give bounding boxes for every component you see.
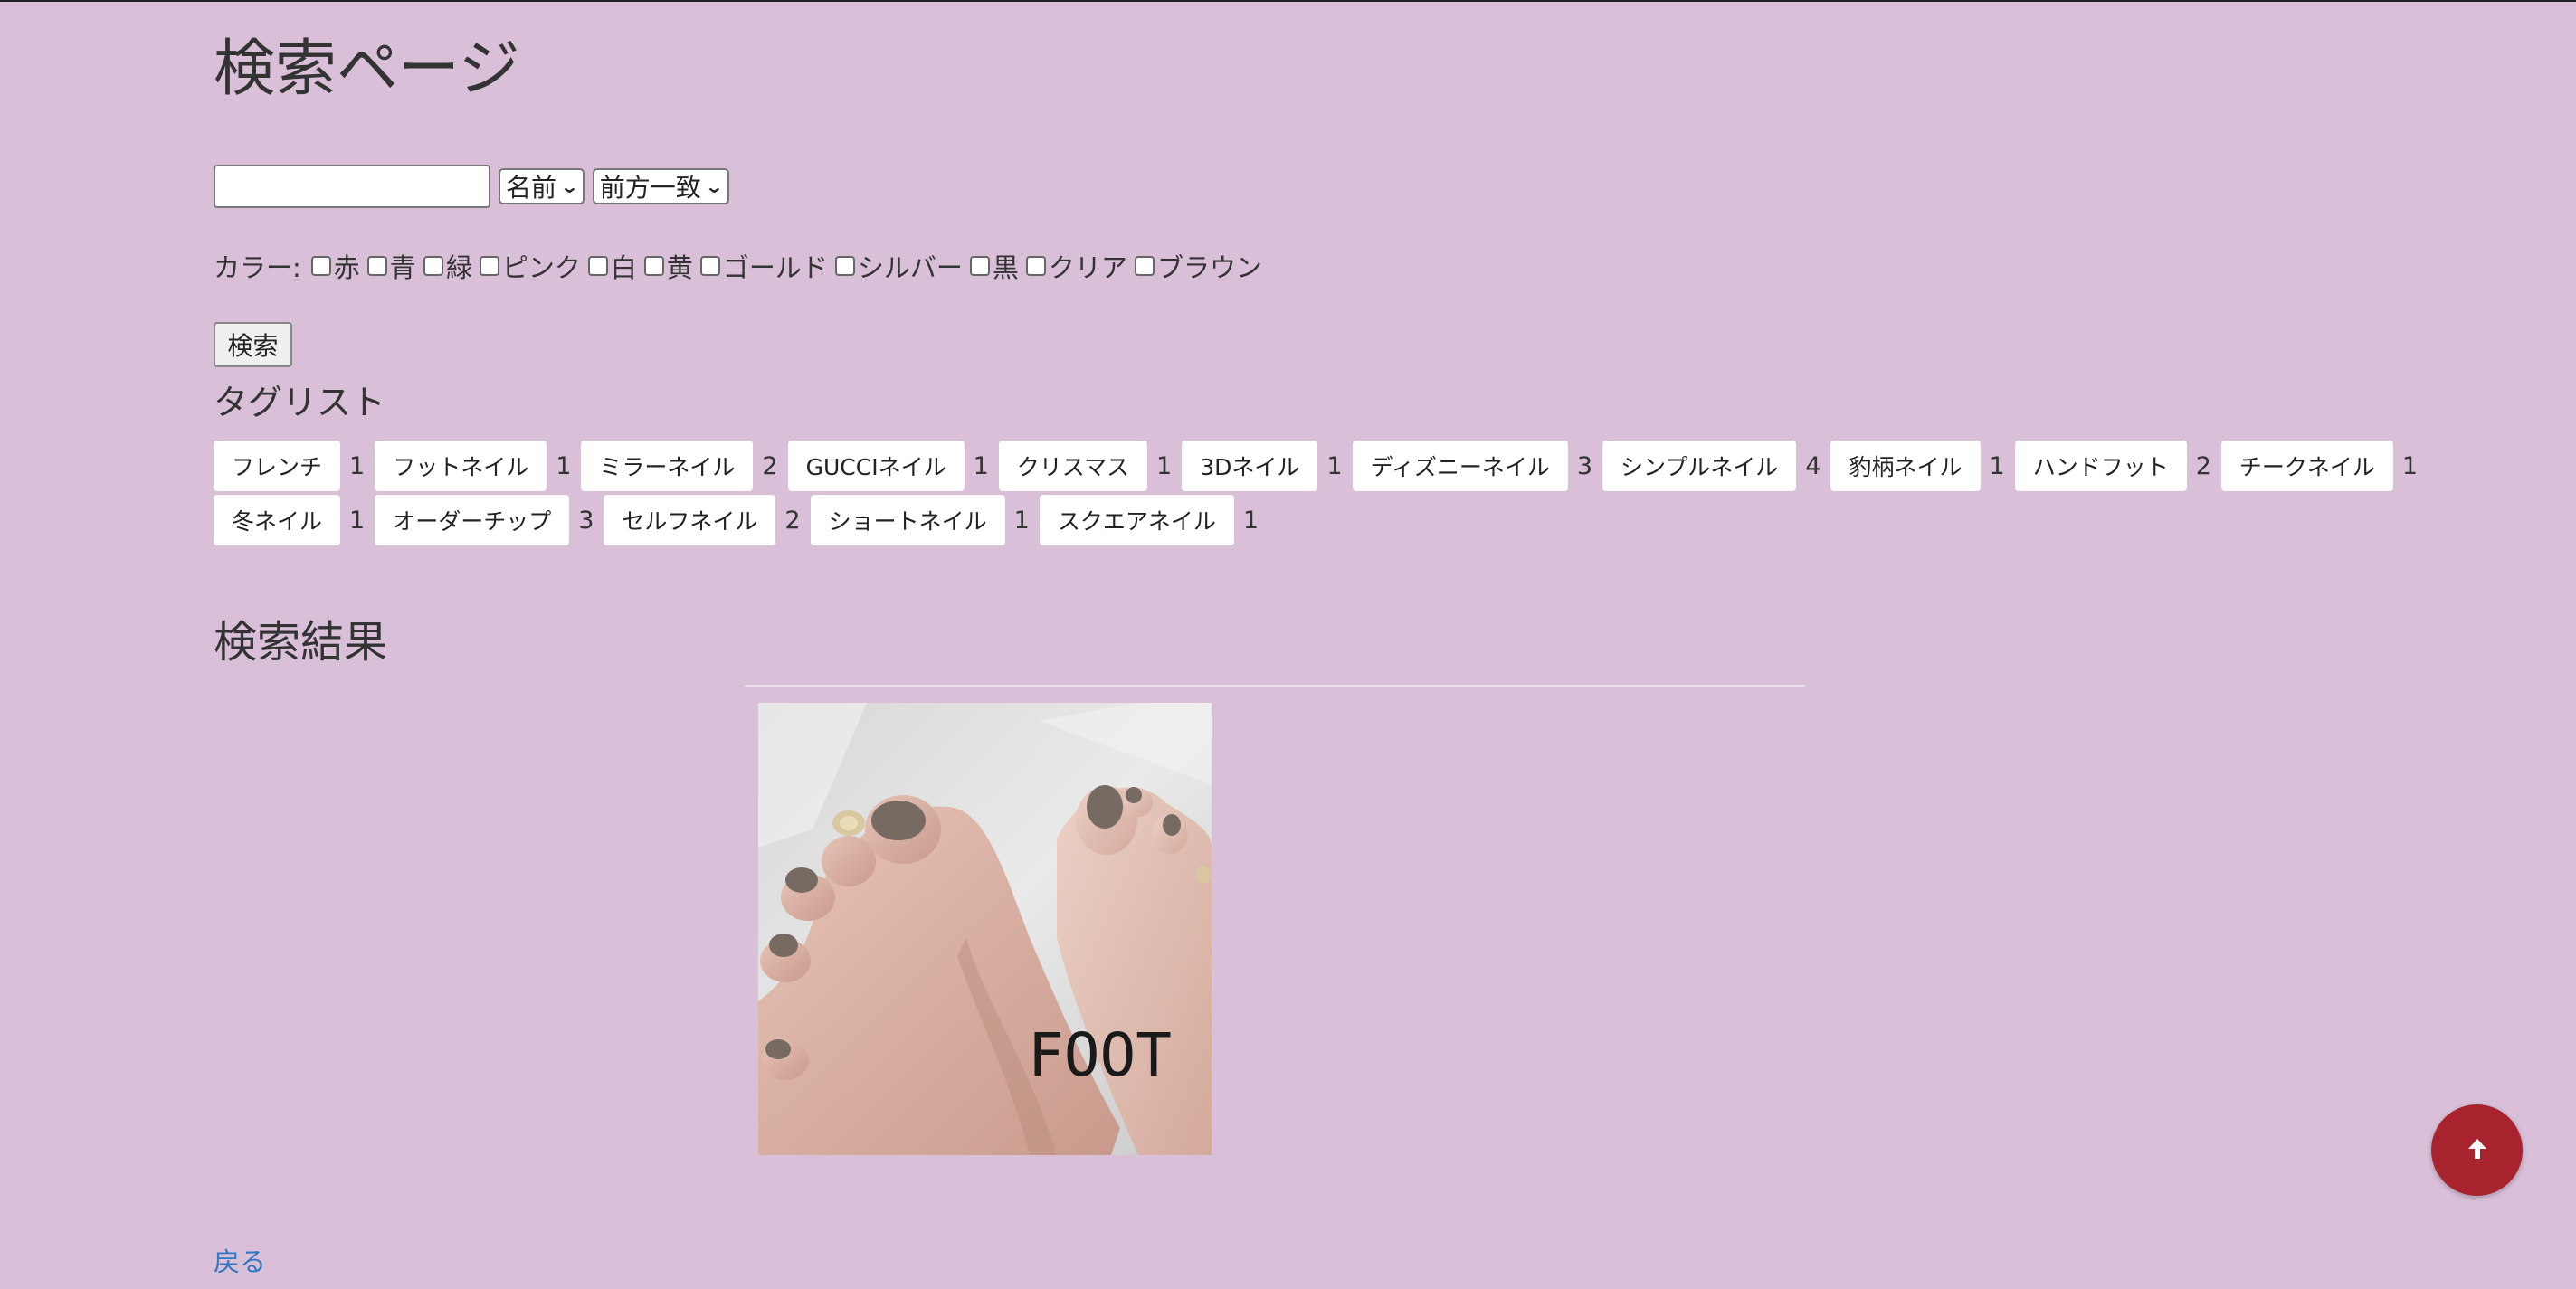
tag-count: 1 — [2401, 451, 2419, 480]
tag-count: 1 — [349, 506, 366, 535]
tag-list: フレンチ 1 フットネイル 1 ミラーネイル 2 GUCCIネイル 1 クリスマス 1 3… — [214, 440, 2418, 548]
color-option: 青 — [364, 247, 416, 285]
color-checkbox[interactable] — [969, 256, 990, 276]
color-option-label: ゴールド — [722, 252, 828, 283]
tag-button[interactable]: オーダーチップ — [375, 495, 570, 545]
tag-count: 2 — [762, 451, 778, 480]
color-option-label: 黄 — [666, 252, 693, 283]
tag-list-title: タグリスト — [214, 383, 386, 422]
color-checkbox[interactable] — [310, 256, 331, 276]
color-option: クリア — [1022, 247, 1127, 285]
chevron-down-icon: ⌄ — [559, 175, 580, 197]
back-link[interactable]: 戻る — [214, 1241, 266, 1279]
tag-count: 1 — [556, 451, 572, 480]
color-checkbox[interactable] — [1025, 256, 1046, 276]
color-checkbox[interactable] — [834, 256, 855, 276]
color-checkbox[interactable] — [479, 256, 499, 276]
color-option: 黄 — [641, 247, 693, 285]
search-button[interactable]: 検索 — [214, 322, 292, 367]
color-option: ゴールド — [697, 247, 828, 285]
color-option: ブラウン — [1131, 247, 1262, 285]
tag-count: 1 — [973, 451, 989, 480]
tag-count: 1 — [1013, 506, 1030, 535]
tag-button[interactable]: GUCCIネイル — [787, 441, 965, 491]
search-input[interactable] — [214, 165, 490, 208]
color-option: 緑 — [420, 247, 472, 285]
tag-row: フレンチ 1 フットネイル 1 ミラーネイル 2 GUCCIネイル 1 クリスマス 1 3… — [214, 440, 2418, 492]
arrow-up-icon — [2464, 1135, 2491, 1166]
tag-button[interactable]: ミラーネイル — [581, 441, 754, 491]
color-filter-label: カラー: — [214, 252, 301, 283]
tag-button[interactable]: 豹柄ネイル — [1830, 441, 1981, 491]
color-option-label: 黒 — [992, 252, 1019, 283]
field-select[interactable]: 名前 ⌄ — [499, 168, 585, 204]
color-checkbox[interactable] — [587, 256, 608, 276]
tag-count: 1 — [349, 451, 366, 480]
color-checkbox[interactable] — [366, 256, 387, 276]
color-option-label: 緑 — [445, 252, 472, 283]
tag-button[interactable]: クリスマス — [998, 441, 1148, 491]
color-checkbox[interactable] — [423, 256, 443, 276]
tag-count: 2 — [2195, 451, 2211, 480]
color-option: シルバー — [832, 247, 963, 285]
tag-count: 3 — [578, 506, 594, 535]
color-checkbox[interactable] — [643, 256, 664, 276]
color-checkbox[interactable] — [1134, 256, 1155, 276]
results-divider — [745, 685, 1805, 687]
tag-count: 1 — [1156, 451, 1173, 480]
color-option-label: 青 — [389, 252, 416, 283]
color-option-label: クリア — [1048, 252, 1127, 283]
tag-button[interactable]: ディズニーネイル — [1352, 441, 1568, 491]
page-title: 検索ページ — [214, 33, 520, 105]
match-select-value: 前方一致 — [599, 173, 701, 203]
tag-count: 2 — [784, 506, 801, 535]
result-image-foot-nail[interactable]: FOOT NAI — [758, 703, 1212, 1155]
search-results-title: 検索結果 — [214, 617, 388, 668]
image-caption: FOOT NAI — [1028, 1020, 1212, 1090]
color-option: 黒 — [966, 247, 1019, 285]
tag-button[interactable]: シンプルネイル — [1602, 441, 1797, 491]
chevron-down-icon: ⌄ — [704, 175, 725, 197]
tag-button[interactable]: セルフネイル — [604, 495, 776, 545]
tag-button[interactable]: ハンドフット — [2014, 441, 2187, 491]
tag-row: 冬ネイル 1 オーダーチップ 3 セルフネイル 2 ショートネイル 1 スクエアネイル 1 — [214, 494, 2367, 546]
color-option: ピンク — [476, 247, 581, 285]
tag-button[interactable]: チークネイル — [2220, 441, 2393, 491]
color-option-label: ピンク — [501, 252, 581, 283]
tag-count: 1 — [1242, 506, 1259, 535]
color-option-label: シルバー — [857, 252, 963, 283]
tag-button[interactable]: フットネイル — [375, 441, 547, 491]
color-checkbox[interactable] — [699, 256, 720, 276]
color-option: 白 — [585, 247, 637, 285]
tag-count: 1 — [1326, 451, 1343, 480]
field-select-value: 名前 — [506, 173, 557, 203]
color-option-label: ブラウン — [1156, 252, 1262, 283]
tag-count: 3 — [1576, 451, 1593, 480]
tag-button[interactable]: 冬ネイル — [214, 495, 341, 545]
color-option-label: 白 — [610, 252, 637, 283]
color-filter: カラー: 赤 青 緑 ピンク 白 黄 ゴールド シルバー 黒 クリア ブラウン — [214, 244, 1266, 288]
tag-button[interactable]: スクエアネイル — [1039, 495, 1234, 545]
color-option: 赤 — [308, 247, 360, 285]
tag-button[interactable]: 3Dネイル — [1182, 441, 1318, 491]
tag-button[interactable]: フレンチ — [214, 441, 341, 491]
tag-count: 1 — [1989, 451, 2005, 480]
search-row: 名前 ⌄ 前方一致 ⌄ — [214, 163, 729, 210]
tag-count: 4 — [1805, 451, 1821, 480]
color-option-label: 赤 — [333, 252, 360, 283]
match-select[interactable]: 前方一致 ⌄ — [592, 168, 729, 204]
tag-button[interactable]: ショートネイル — [810, 495, 1005, 545]
scroll-to-top-button[interactable] — [2431, 1104, 2523, 1196]
